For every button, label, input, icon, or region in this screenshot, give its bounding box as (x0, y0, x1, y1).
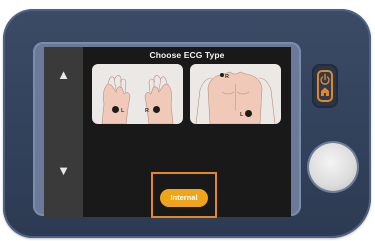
navigation-panel: ▲ ▼ (44, 47, 83, 217)
internal-button[interactable]: Internal (160, 189, 208, 207)
label-right: R (145, 108, 149, 114)
arrow-up-icon[interactable]: ▲ (44, 68, 83, 82)
ecg-option-hands[interactable]: L R (92, 64, 183, 124)
label-left: L (121, 108, 125, 114)
left-electrode-dot (112, 106, 119, 113)
screen-title: Choose ECG Type (149, 50, 225, 60)
ecg-option-chest[interactable]: R L (190, 64, 281, 124)
label-chest-left: L (240, 112, 244, 118)
power-home-button[interactable] (312, 64, 338, 108)
right-arm-electrode-dot (220, 73, 224, 77)
label-chest-right: R (225, 74, 229, 80)
left-leg-electrode-dot (245, 110, 252, 117)
round-home-button[interactable] (309, 143, 357, 191)
hands-illustration (101, 75, 174, 124)
arrow-down-icon[interactable]: ▼ (44, 164, 83, 178)
power-home-icon (317, 70, 333, 102)
right-electrode-dot (153, 106, 160, 113)
torso-illustration (195, 71, 276, 124)
